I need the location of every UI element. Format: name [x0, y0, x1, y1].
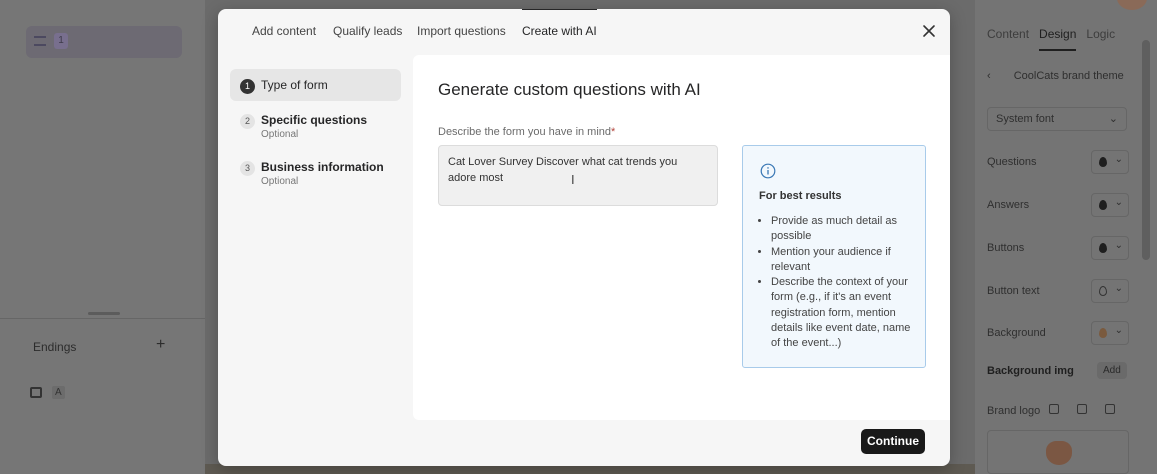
- best-results-tip: For best results Provide as much detail …: [742, 145, 926, 368]
- property-questions[interactable]: Questions ⌄: [987, 150, 1129, 174]
- questions-panel: 1 Endings + A: [0, 0, 205, 474]
- question-item[interactable]: 1: [26, 26, 182, 58]
- color-swatch[interactable]: ⌄: [1091, 193, 1129, 217]
- drop-icon: [1099, 243, 1107, 253]
- required-mark: *: [611, 126, 616, 138]
- property-background[interactable]: Background ⌄: [987, 321, 1129, 345]
- brand-logo-row: Brand logo: [987, 404, 1127, 417]
- modal-tabs: Add content Qualify leads Import questio…: [218, 9, 950, 55]
- step-number: 1: [240, 79, 255, 94]
- resize-handle[interactable]: [88, 312, 120, 315]
- chevron-down-icon: ⌄: [1108, 113, 1118, 125]
- list-icon: [34, 36, 46, 46]
- create-with-ai-modal: Add content Qualify leads Import questio…: [218, 9, 950, 466]
- font-select-value: System font: [996, 113, 1055, 125]
- tab-import-questions[interactable]: Import questions: [417, 24, 506, 38]
- property-label: Buttons: [987, 242, 1025, 254]
- color-swatch[interactable]: ⌄: [1091, 279, 1129, 303]
- step-title: Type of form: [261, 78, 328, 92]
- theme-name: CoolCats brand theme: [1013, 70, 1124, 82]
- list-item: Describe the context of your form (e.g.,…: [771, 275, 917, 351]
- ending-badge: A: [52, 385, 65, 399]
- add-background-img-button[interactable]: Add: [1097, 362, 1127, 379]
- form-description-label: Describe the form you have in mind*: [438, 126, 615, 138]
- property-buttons[interactable]: Buttons ⌄: [987, 236, 1129, 260]
- property-answers[interactable]: Answers ⌄: [987, 193, 1129, 217]
- tab-content[interactable]: Content: [987, 27, 1029, 51]
- step-title: Specific questions: [261, 113, 368, 127]
- background-img-label: Background img: [987, 365, 1074, 377]
- divider: [0, 318, 205, 319]
- step-number: 3: [240, 161, 255, 176]
- step-business-information[interactable]: 3 Business information Optional: [230, 151, 401, 195]
- step-specific-questions[interactable]: 2 Specific questions Optional: [230, 104, 401, 148]
- chevron-down-icon: ⌄: [1114, 240, 1123, 251]
- design-panel: Content Design Logic ‹ CoolCats brand th…: [975, 0, 1157, 474]
- chevron-left-icon[interactable]: ‹: [987, 70, 991, 82]
- tip-title: For best results: [759, 190, 842, 202]
- font-select[interactable]: System font ⌄: [987, 107, 1127, 131]
- chevron-down-icon: ⌄: [1114, 154, 1123, 165]
- add-ending-icon[interactable]: +: [156, 336, 165, 354]
- color-swatch[interactable]: ⌄: [1091, 321, 1129, 345]
- property-button-text[interactable]: Button text ⌄: [987, 279, 1129, 303]
- design-panel-tabs: Content Design Logic: [987, 27, 1115, 51]
- trash-icon[interactable]: [1105, 404, 1115, 414]
- theme-header: ‹ CoolCats brand theme: [987, 70, 1124, 82]
- ending-icon: [30, 386, 42, 398]
- page-title: Generate custom questions with AI: [438, 80, 701, 99]
- property-label: Questions: [987, 156, 1037, 168]
- drop-icon: [1099, 328, 1107, 338]
- tab-logic[interactable]: Logic: [1086, 27, 1115, 51]
- color-swatch[interactable]: ⌄: [1091, 236, 1129, 260]
- step-type-of-form[interactable]: 1 Type of form: [230, 69, 401, 101]
- property-label: Background: [987, 327, 1046, 339]
- brand-logo-actions: [1049, 404, 1115, 414]
- tab-design[interactable]: Design: [1039, 27, 1077, 51]
- brand-logo-label: Brand logo: [987, 405, 1041, 417]
- list-item: Mention your audience if relevant: [771, 245, 917, 276]
- chevron-down-icon: ⌄: [1114, 283, 1123, 294]
- cat-logo-image: [1046, 441, 1072, 465]
- list-item: Provide as much detail as possible: [771, 214, 917, 245]
- ending-item[interactable]: A: [30, 382, 65, 402]
- brand-logo-preview[interactable]: [987, 430, 1129, 474]
- tip-list: Provide as much detail as possible Menti…: [771, 214, 917, 352]
- step-subtitle: Optional: [261, 129, 299, 140]
- field-label-text: Describe the form you have in mind: [438, 126, 612, 138]
- color-swatch[interactable]: ⌄: [1091, 150, 1129, 174]
- text-cursor-icon: I: [571, 172, 575, 187]
- property-label: Answers: [987, 199, 1030, 211]
- tag-icon[interactable]: [1049, 404, 1059, 414]
- step-title: Business information: [261, 160, 384, 174]
- form-description-input[interactable]: Cat Lover Survey Discover what cat trend…: [438, 145, 718, 206]
- property-label: Button text: [987, 285, 1040, 297]
- endings-label: Endings: [33, 340, 77, 354]
- info-icon: [760, 163, 776, 179]
- tab-qualify-leads[interactable]: Qualify leads: [333, 24, 402, 38]
- continue-button[interactable]: Continue: [861, 429, 925, 454]
- tab-add-content[interactable]: Add content: [252, 24, 316, 38]
- chevron-down-icon: ⌄: [1114, 325, 1123, 336]
- chevron-down-icon: ⌄: [1114, 197, 1123, 208]
- close-icon[interactable]: [918, 20, 940, 42]
- step-number: 2: [240, 114, 255, 129]
- question-number: 1: [54, 33, 68, 49]
- drop-icon: [1099, 157, 1107, 167]
- image-icon[interactable]: [1077, 404, 1087, 414]
- drop-icon: [1099, 200, 1107, 210]
- step-subtitle: Optional: [261, 176, 299, 187]
- step-content-panel: Generate custom questions with AI Descri…: [413, 55, 950, 420]
- scrollbar[interactable]: [1142, 40, 1150, 260]
- steps-sidebar: 1 Type of form 2 Specific questions Opti…: [230, 69, 401, 198]
- drop-icon: [1099, 286, 1107, 296]
- tab-create-with-ai[interactable]: Create with AI: [522, 9, 597, 38]
